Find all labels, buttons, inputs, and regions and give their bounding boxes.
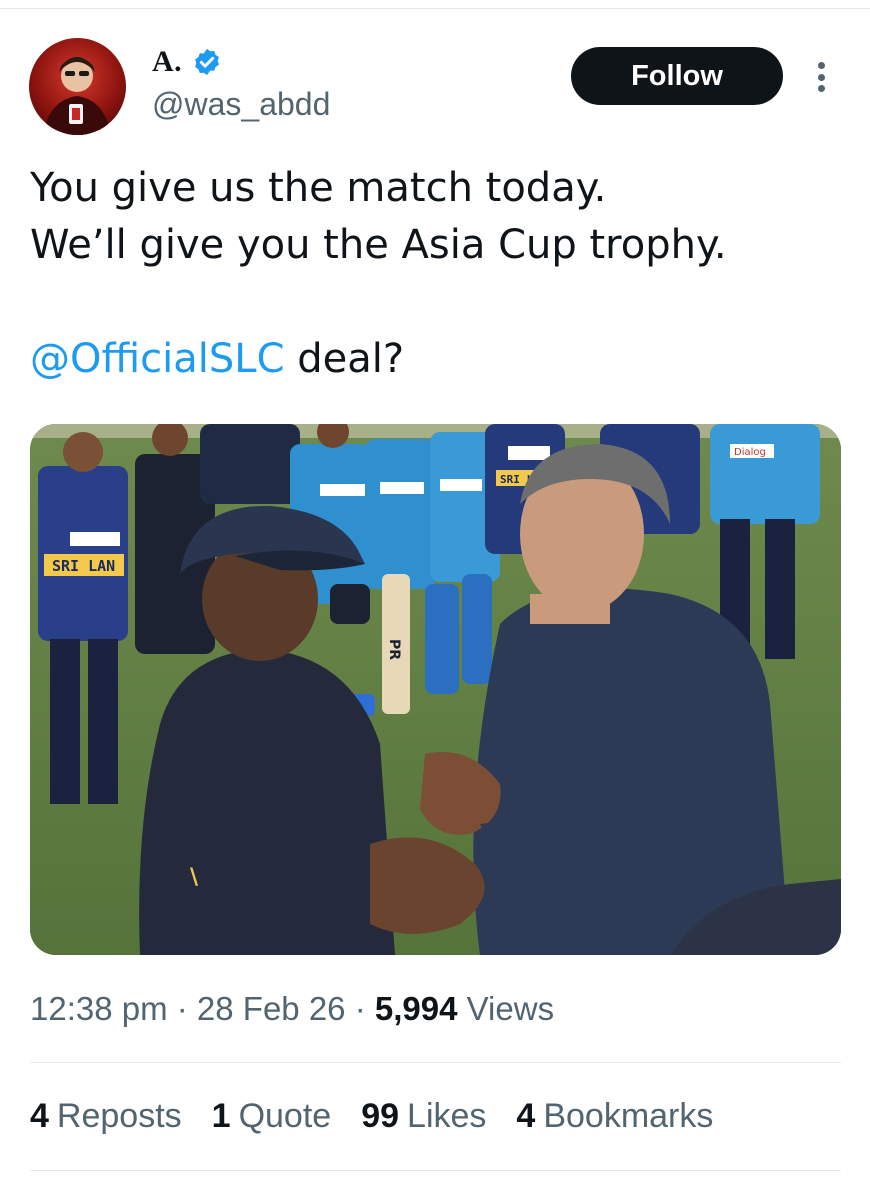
likes-label: Likes — [407, 1097, 487, 1135]
tweet-line-1: You give us the match today. — [30, 165, 607, 211]
mention-link[interactable]: @OfficialSLC — [30, 336, 285, 382]
bookmarks-stat[interactable]: 4 Bookmarks — [516, 1097, 713, 1136]
views-label: Views — [457, 990, 555, 1027]
author-display-name[interactable]: A. — [152, 45, 182, 79]
divider — [30, 1170, 841, 1171]
likes-count: 99 — [361, 1097, 400, 1135]
reposts-count: 4 — [30, 1097, 49, 1135]
likes-stat[interactable]: 99 Likes — [361, 1097, 486, 1136]
bookmarks-label: Bookmarks — [543, 1097, 714, 1135]
tweet-line-3: @OfficialSLC deal? — [30, 331, 830, 388]
svg-text:\: \ — [190, 865, 199, 890]
photo-image: SRI LAN SRI LA Dialog PR \ — [30, 424, 841, 955]
divider — [30, 1062, 841, 1063]
quotes-count: 1 — [211, 1097, 231, 1135]
tweet-meta: 12:38 pm · 28 Feb 26 · 5,994 Views — [30, 990, 554, 1028]
tweet-line-3-text: deal? — [284, 336, 405, 382]
follow-button[interactable]: Follow — [571, 47, 783, 105]
dot — [817, 62, 825, 69]
meta-separator: · — [345, 990, 375, 1027]
meta-separator: · — [167, 990, 197, 1027]
author-handle[interactable]: @was_abdd — [152, 86, 330, 123]
tweet-line-2: We’ll give you the Asia Cup trophy. — [30, 222, 727, 268]
avatar-image — [43, 57, 111, 135]
sponsor-text: Dialog — [734, 447, 766, 458]
reposts-stat[interactable]: 4 Reposts — [30, 1097, 182, 1136]
tweet-date[interactable]: 28 Feb 26 — [197, 990, 346, 1027]
jersey-text-left: SRI LAN — [52, 557, 115, 575]
bookmarks-count: 4 — [516, 1097, 536, 1135]
quotes-stat[interactable]: 1 Quote — [212, 1097, 332, 1136]
author-name-row: A. — [152, 45, 222, 79]
bat-label: PR — [386, 639, 402, 660]
engagement-stats: 4 Reposts 1 Quote 99 Likes 4 Bookmarks — [30, 1097, 743, 1136]
views-count: 5,994 — [374, 990, 458, 1027]
tweet-header: A. @was_abdd Follow — [0, 0, 870, 150]
tweet-photo[interactable]: SRI LAN SRI LA Dialog PR \ — [30, 424, 841, 955]
reposts-label: Reposts — [56, 1097, 182, 1135]
verified-badge-icon — [195, 48, 220, 76]
quotes-label: Quote — [238, 1097, 332, 1135]
tweet-time[interactable]: 12:38 pm — [30, 990, 168, 1027]
dot — [817, 85, 825, 92]
author-avatar[interactable] — [29, 38, 126, 135]
dot — [817, 73, 825, 81]
more-options-icon[interactable] — [806, 56, 836, 98]
tweet-body: You give us the match today. We’ll give … — [30, 160, 830, 388]
